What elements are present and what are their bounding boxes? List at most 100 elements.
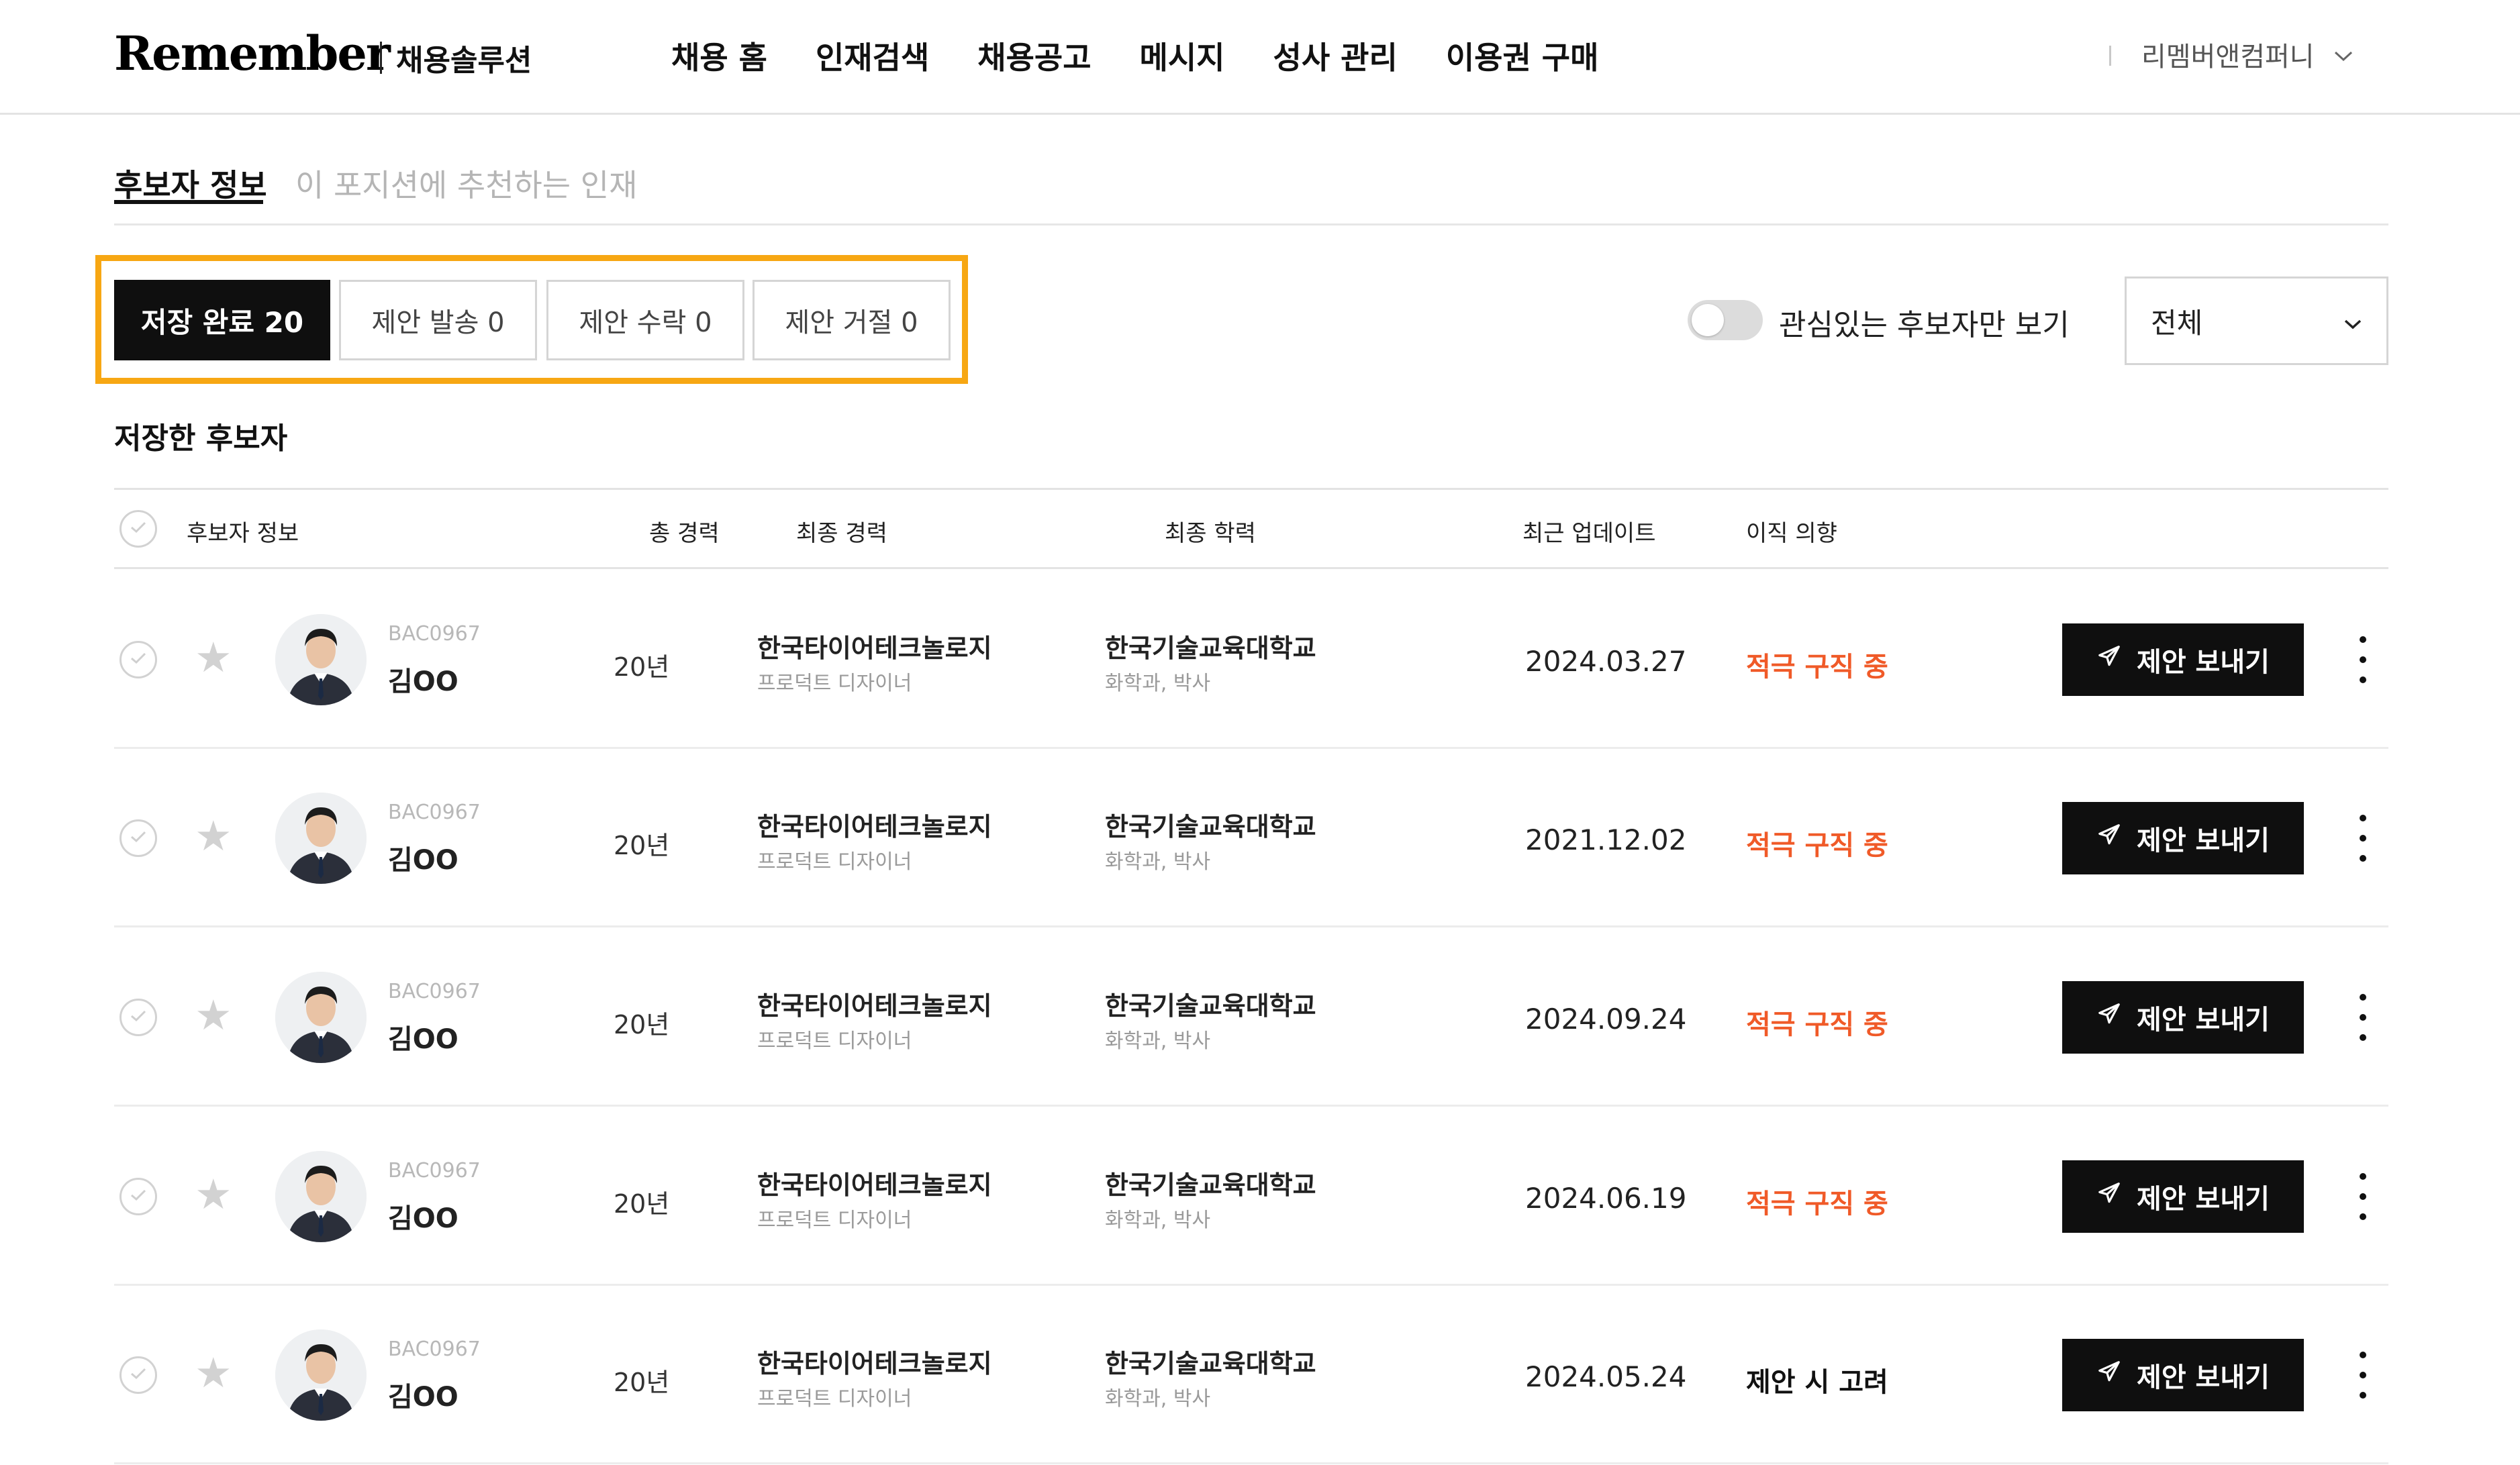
degree: 화학과, 박사: [1105, 1029, 1211, 1053]
nav-item-job-postings[interactable]: 채용공고: [977, 34, 1091, 78]
header-divider: [114, 567, 2388, 569]
last-school: 한국기술교육대학교: [1105, 634, 1316, 663]
last-school: 한국기술교육대학교: [1105, 812, 1316, 842]
more-vertical-icon[interactable]: [2353, 1173, 2373, 1220]
candidate-name: 김OO: [388, 1024, 458, 1055]
send-icon: [2096, 1359, 2122, 1391]
status-select[interactable]: 전체: [2125, 276, 2388, 365]
total-career: 20년: [614, 652, 670, 682]
last-role: 프로덕트 디자이너: [757, 1029, 912, 1053]
total-career: 20년: [614, 1368, 670, 1397]
send-offer-button[interactable]: 제안 보내기: [2062, 623, 2304, 696]
updated-date: 2024.03.27: [1525, 645, 1687, 678]
star-icon[interactable]: ★: [195, 1352, 232, 1394]
nav-item-home[interactable]: 채용 홈: [671, 34, 767, 78]
job-intent-status: 적극 구직 중: [1746, 1189, 1888, 1219]
table-top-border: [114, 488, 2388, 490]
send-offer-button[interactable]: 제안 보내기: [2062, 802, 2304, 874]
star-icon[interactable]: ★: [195, 1174, 232, 1215]
column-header-last-career: 최종 경력: [796, 520, 887, 547]
updated-date: 2024.05.24: [1525, 1360, 1687, 1393]
avatar: [275, 614, 367, 705]
row-divider: [1412, 1105, 2388, 1107]
more-vertical-icon[interactable]: [2353, 1352, 2373, 1399]
row-checkbox[interactable]: [119, 641, 157, 678]
row-checkbox[interactable]: [119, 999, 157, 1036]
star-icon[interactable]: ★: [195, 815, 232, 857]
send-offer-button[interactable]: 제안 보내기: [2062, 981, 2304, 1054]
status-select-value: 전체: [2151, 306, 2203, 340]
logo-subtitle: 채용솔루션: [396, 44, 532, 78]
last-company: 한국타이어테크놀로지: [757, 991, 992, 1021]
job-intent-status: 적극 구직 중: [1746, 1009, 1888, 1040]
tab-active-indicator: [114, 200, 263, 204]
check-icon: [130, 1009, 147, 1025]
tab-recommended-talent[interactable]: 이 포지션에 추천하는 인재: [295, 161, 637, 205]
last-school: 한국기술교육대학교: [1105, 1170, 1316, 1200]
check-icon: [130, 652, 147, 668]
last-company: 한국타이어테크놀로지: [757, 812, 992, 842]
total-career: 20년: [614, 1189, 670, 1219]
row-divider: [1412, 925, 2388, 927]
filter-offer-sent-button[interactable]: 제안 발송 0: [339, 280, 537, 360]
more-vertical-icon[interactable]: [2353, 636, 2373, 683]
filter-offer-rejected-button[interactable]: 제안 거절 0: [753, 280, 951, 360]
row-checkbox[interactable]: [119, 1178, 157, 1215]
send-offer-button[interactable]: 제안 보내기: [2062, 1339, 2304, 1411]
avatar: [275, 1329, 367, 1421]
candidate-id: BAC0967: [388, 980, 481, 1003]
last-role: 프로덕트 디자이너: [757, 850, 912, 874]
remember-logo[interactable]: Remember: [114, 26, 391, 81]
job-intent-status: 제안 시 고려: [1746, 1367, 1888, 1398]
favorites-toggle-label: 관심있는 후보자만 보기: [1779, 308, 2070, 342]
candidate-id: BAC0967: [388, 622, 481, 646]
row-divider: [114, 1284, 1412, 1286]
filter-saved-button[interactable]: 저장 완료 20: [114, 280, 330, 360]
degree: 화학과, 박사: [1105, 1387, 1211, 1411]
last-school: 한국기술교육대학교: [1105, 991, 1316, 1021]
nav-item-messages[interactable]: 메시지: [1140, 34, 1225, 78]
column-header-education: 최종 학력: [1165, 520, 1256, 547]
favorites-toggle[interactable]: [1688, 300, 1763, 340]
send-icon: [2096, 1180, 2122, 1213]
company-name: 리멤버앤컴퍼니: [2141, 42, 2315, 72]
updated-date: 2021.12.02: [1525, 823, 1687, 856]
main-nav: 채용 홈 인재검색 채용공고 메시지 성사 관리 이용권 구매: [671, 34, 1647, 78]
send-icon: [2096, 822, 2122, 854]
column-header-intent: 이직 의향: [1746, 520, 1837, 547]
avatar: [275, 793, 367, 884]
row-divider: [1412, 1462, 2388, 1464]
last-role: 프로덕트 디자이너: [757, 672, 912, 695]
degree: 화학과, 박사: [1105, 850, 1211, 874]
row-divider: [114, 1105, 1412, 1107]
send-icon: [2096, 644, 2122, 676]
column-header-candidate: 후보자 정보: [187, 520, 299, 547]
updated-date: 2024.09.24: [1525, 1003, 1687, 1035]
row-checkbox[interactable]: [119, 819, 157, 857]
send-offer-button[interactable]: 제안 보내기: [2062, 1160, 2304, 1233]
nav-item-talent-search[interactable]: 인재검색: [816, 34, 929, 78]
last-role: 프로덕트 디자이너: [757, 1387, 912, 1411]
nav-item-purchase[interactable]: 이용권 구매: [1446, 34, 1599, 78]
star-icon[interactable]: ★: [195, 995, 232, 1036]
logo-divider: [380, 42, 382, 74]
more-vertical-icon[interactable]: [2353, 994, 2373, 1041]
candidate-id: BAC0967: [388, 1337, 481, 1361]
last-school: 한국기술교육대학교: [1105, 1349, 1316, 1378]
row-divider: [114, 747, 1412, 749]
more-vertical-icon[interactable]: [2353, 815, 2373, 862]
nav-item-hire-management[interactable]: 성사 관리: [1273, 34, 1398, 78]
candidate-id: BAC0967: [388, 1159, 481, 1182]
filter-offer-accepted-button[interactable]: 제안 수락 0: [546, 280, 744, 360]
select-all-checkbox[interactable]: [119, 510, 157, 548]
tab-candidate-info[interactable]: 후보자 정보: [114, 161, 267, 205]
row-divider: [1412, 1284, 2388, 1286]
candidate-name: 김OO: [388, 845, 458, 876]
candidate-name: 김OO: [388, 1382, 458, 1413]
candidate-name: 김OO: [388, 666, 458, 697]
row-checkbox[interactable]: [119, 1356, 157, 1394]
star-icon[interactable]: ★: [195, 637, 232, 678]
company-menu[interactable]: 리멤버앤컴퍼니: [2141, 35, 2354, 74]
last-company: 한국타이어테크놀로지: [757, 634, 992, 663]
avatar: [275, 972, 367, 1063]
